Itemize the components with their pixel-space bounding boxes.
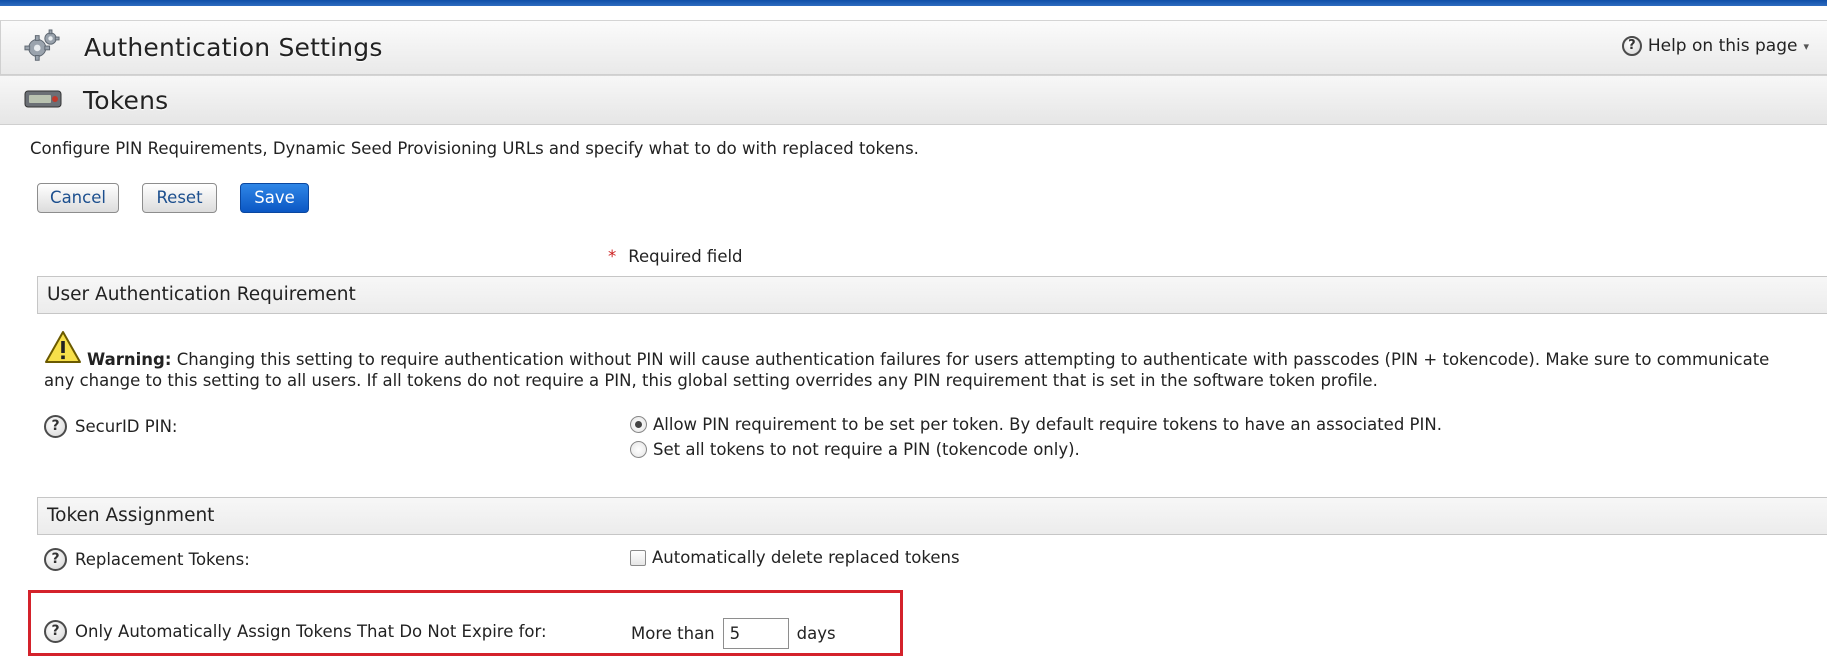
auto-delete-label: Automatically delete replaced tokens [652,548,960,567]
days-unit: days [796,624,836,643]
page-title: Authentication Settings [84,33,383,62]
help-icon[interactable]: ? [44,415,67,438]
top-accent-bar [0,0,1827,6]
page-description: Configure PIN Requirements, Dynamic Seed… [30,139,919,158]
warning-label: Warning: [87,350,172,369]
securid-pin-label: ? SecurID PIN: [44,415,177,438]
required-label: Required field [628,247,743,266]
expire-label: ? Only Automatically Assign Tokens That … [44,620,547,643]
gears-icon [24,29,60,61]
expire-text: Only Automatically Assign Tokens That Do… [75,622,547,641]
auto-delete-option[interactable]: Automatically delete replaced tokens [630,548,960,567]
help-label: Help on this page [1647,36,1798,56]
required-field-note: * Required field [608,247,743,266]
help-icon[interactable]: ? [44,620,67,643]
pin-option-label: Set all tokens to not require a PIN (tok… [653,440,1080,459]
section-token-assignment: Token Assignment [37,497,1827,535]
expire-days-row: More than days [631,618,836,649]
replacement-tokens-text: Replacement Tokens: [75,550,250,569]
page-subheader: Tokens [0,75,1827,125]
hardware-token-icon [24,90,62,108]
help-icon[interactable]: ? [44,548,67,571]
reset-button[interactable]: Reset [142,183,217,213]
auto-delete-checkbox[interactable] [630,549,646,566]
securid-pin-text: SecurID PIN: [75,417,178,436]
pin-option-label: Allow PIN requirement to be set per toke… [653,415,1442,434]
subheader-title: Tokens [83,86,169,115]
radio-per-token[interactable] [630,416,647,433]
pin-option-no-pin[interactable]: Set all tokens to not require a PIN (tok… [630,440,1080,459]
page-header: Authentication Settings ? Help on this p… [0,20,1827,75]
required-star: * [608,247,617,266]
warning-message: Warning: Changing this setting to requir… [44,349,1784,391]
pin-option-per-token[interactable]: Allow PIN requirement to be set per toke… [630,415,1442,434]
section-title: User Authentication Requirement [47,284,356,305]
cancel-button[interactable]: Cancel [37,183,119,213]
section-user-authentication: User Authentication Requirement [37,276,1827,314]
warning-text: Changing this setting to require authent… [44,350,1770,390]
days-input[interactable] [722,618,789,649]
help-on-page-link[interactable]: ? Help on this page ▾ [1621,36,1809,56]
save-button[interactable]: Save [240,183,309,213]
more-than-label: More than [631,624,715,643]
section-title: Token Assignment [47,505,215,526]
chevron-down-icon: ▾ [1803,39,1809,53]
replacement-tokens-label: ? Replacement Tokens: [44,548,250,571]
radio-no-pin[interactable] [630,441,647,458]
help-icon: ? [1621,36,1642,56]
